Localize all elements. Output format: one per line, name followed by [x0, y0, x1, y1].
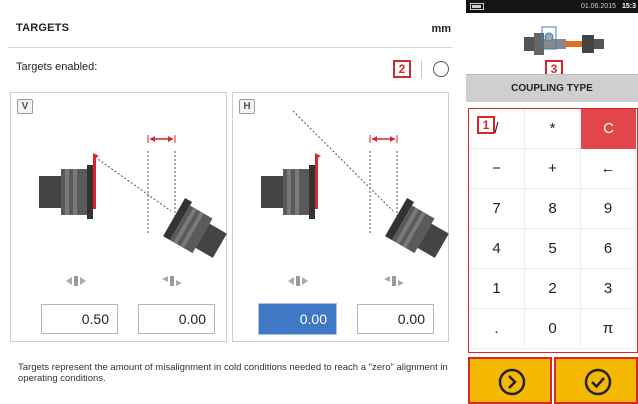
targets-screen: TARGETS mm Targets enabled: 2 V 0.50 0.0… — [0, 0, 463, 404]
vertical-angularity-input[interactable]: 0.50 — [41, 304, 118, 334]
offset-arrow-icon — [384, 276, 404, 286]
status-time: 15:3 — [621, 3, 636, 10]
coupling-type-header[interactable]: COUPLING TYPE — [466, 74, 638, 102]
vertical-alignment-diagram — [39, 135, 227, 258]
key-plus[interactable]: + — [525, 149, 581, 189]
key-multiply[interactable]: * — [525, 109, 581, 149]
key-7[interactable]: 7 — [469, 189, 525, 229]
key-0[interactable]: 0 — [525, 309, 581, 349]
key-clear[interactable]: C — [581, 109, 636, 149]
key-4[interactable]: 4 — [469, 229, 525, 269]
check-circle-icon — [584, 368, 612, 396]
key-backspace[interactable]: ← — [581, 149, 636, 189]
chevron-right-circle-icon — [498, 368, 526, 396]
offset-arrow-icon — [162, 276, 182, 286]
callout-marker-2: 2 — [393, 60, 411, 78]
callout-marker-1: 1 — [477, 116, 495, 134]
key-1[interactable]: 1 — [469, 269, 525, 309]
numeric-keypad: / * C − + ← 7 8 9 4 5 6 1 2 3 . 0 π 1 — [468, 108, 638, 353]
key-6[interactable]: 6 — [581, 229, 636, 269]
key-2[interactable]: 2 — [525, 269, 581, 309]
targets-enabled-radio[interactable] — [433, 61, 449, 77]
next-button[interactable] — [468, 357, 552, 404]
vertical-targets-panel: V 0.50 0.00 — [10, 92, 227, 342]
left-machine-shaft-icon — [261, 157, 318, 219]
battery-icon — [470, 3, 484, 10]
targets-enabled-label: Targets enabled: — [16, 61, 98, 73]
divider — [421, 60, 422, 78]
right-machine-shaft-icon — [385, 198, 449, 258]
right-sidebar: 01.06.2015 15:3 3 COUPLING TYPE / * C − … — [466, 0, 638, 404]
key-3[interactable]: 3 — [581, 269, 636, 309]
key-9[interactable]: 9 — [581, 189, 636, 229]
status-date: 01.06.2015 — [580, 3, 616, 10]
horizontal-view-icon: H — [239, 99, 255, 114]
vertical-offset-input[interactable]: 0.00 — [138, 304, 215, 334]
confirm-button[interactable] — [554, 357, 638, 404]
unit-label: mm — [431, 23, 451, 35]
left-machine-shaft-icon — [39, 157, 96, 219]
horizontal-offset-input[interactable]: 0.00 — [357, 304, 434, 334]
horizontal-alignment-diagram — [261, 110, 449, 258]
divider — [8, 47, 453, 48]
right-machine-shaft-icon — [163, 198, 227, 258]
key-decimal[interactable]: . — [469, 309, 525, 349]
angularity-arrow-icon — [288, 276, 308, 286]
horizontal-targets-panel: H 0.00 0.00 — [232, 92, 449, 342]
key-minus[interactable]: − — [469, 149, 525, 189]
targets-description: Targets represent the amount of misalign… — [18, 362, 448, 384]
vertical-view-icon: V — [17, 99, 33, 114]
angularity-arrow-icon — [66, 276, 86, 286]
page-title: TARGETS — [16, 22, 70, 34]
key-5[interactable]: 5 — [525, 229, 581, 269]
horizontal-angularity-input[interactable]: 0.00 — [259, 304, 336, 334]
action-buttons — [468, 357, 638, 404]
status-bar: 01.06.2015 15:3 — [466, 0, 638, 13]
key-8[interactable]: 8 — [525, 189, 581, 229]
key-pi[interactable]: π — [581, 309, 636, 349]
